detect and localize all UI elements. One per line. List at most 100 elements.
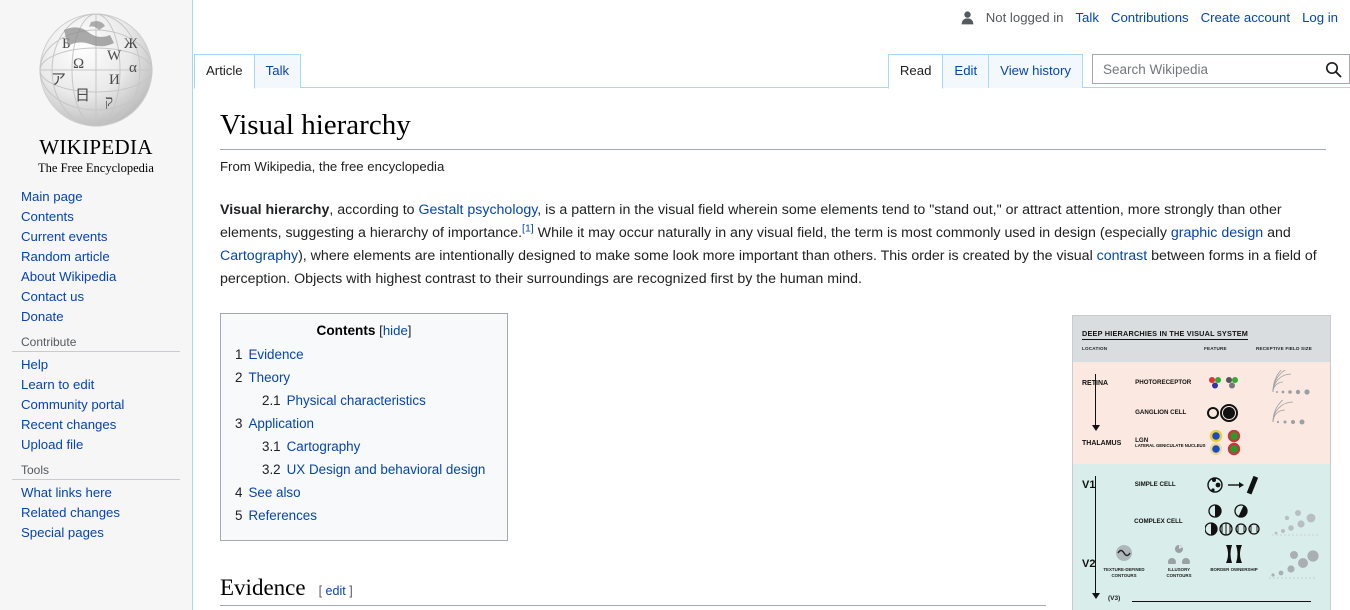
search-box[interactable] — [1092, 54, 1350, 84]
toc-link[interactable]: References — [248, 508, 316, 523]
infographic-row: THALAMUS LGN LATERAL GENICULATE NUCLEUS — [1082, 428, 1321, 458]
feature-illusory-contours: ILLUSORY CONTOURS — [1155, 544, 1203, 585]
link-gestalt-psychology[interactable]: Gestalt psychology — [418, 202, 537, 218]
tab-label: View history — [1000, 63, 1071, 78]
magnifier-icon[interactable] — [1319, 55, 1347, 83]
receptive-field-v2-icon — [1265, 544, 1321, 585]
sidebar: W Ω И Б Ж 日 ק ア α WIKIPEDIA The Free Enc… — [0, 0, 193, 610]
sidebar-link[interactable]: Recent changes — [21, 417, 116, 432]
edit-bracket-open: [ — [318, 584, 323, 599]
tab-view-history[interactable]: View history — [988, 54, 1083, 88]
wikipedia-wordmark: WIKIPEDIA — [39, 135, 153, 159]
personal-link-log-in[interactable]: Log in — [1302, 10, 1338, 25]
tab-talk[interactable]: Talk — [253, 54, 302, 88]
sidebar-link[interactable]: Help — [21, 357, 48, 372]
lead-text: While it may occur naturally in any visu… — [533, 225, 1171, 242]
toc-item-see-also[interactable]: 4 See also — [235, 481, 493, 504]
edit-link[interactable]: edit — [326, 584, 346, 598]
reference-marker-1[interactable]: [1] — [522, 223, 534, 235]
row-location: (V3) — [1108, 595, 1121, 602]
sidebar-item-contact-us[interactable]: Contact us — [21, 286, 192, 306]
tab-label: Talk — [265, 63, 290, 78]
sidebar-item-main-page[interactable]: Main page — [21, 186, 192, 206]
infographic-band-visual-cortex: V1 SIMPLE CELL COMPLEX CELL V2 TEXTURE-D… — [1073, 464, 1330, 610]
sidebar-item-upload-file[interactable]: Upload file — [21, 434, 192, 454]
sidebar-item-donate[interactable]: Donate — [21, 306, 192, 326]
sidebar-item-current-events[interactable]: Current events — [21, 226, 192, 246]
section-title: Evidence — [220, 575, 306, 601]
personal-link-talk[interactable]: Talk — [1075, 10, 1098, 25]
sidebar-item-about-wikipedia[interactable]: About Wikipedia — [21, 266, 192, 286]
toc-link[interactable]: UX Design and behavioral design — [287, 462, 486, 477]
sidebar-group-tools: Tools What links here Related changes Sp… — [0, 460, 192, 542]
toc-item-ux-design[interactable]: 3.2 UX Design and behavioral design — [235, 458, 493, 481]
section-edit-link[interactable]: [ edit ] — [319, 584, 353, 598]
toc-number: 2.1 — [262, 392, 281, 408]
sidebar-item-learn-to-edit[interactable]: Learn to edit — [21, 374, 192, 394]
sidebar-link[interactable]: What links here — [21, 485, 112, 500]
personal-tools-bar: Not logged in Talk Contributions Create … — [961, 10, 1338, 25]
wikipedia-logo[interactable]: W Ω И Б Ж 日 ק ア α WIKIPEDIA The Free Enc… — [16, 8, 176, 176]
toc-link[interactable]: Cartography — [287, 439, 361, 454]
toc-link[interactable]: See also — [248, 485, 300, 500]
toc-item-cartography[interactable]: 3.1 Cartography — [235, 435, 493, 458]
sidebar-link[interactable]: Contact us — [21, 289, 84, 304]
infographic-band-retina-thalamus: RETINA PHOTORECEPTOR — [1073, 362, 1330, 464]
personal-link-create-account[interactable]: Create account — [1201, 10, 1290, 25]
tab-read[interactable]: Read — [887, 54, 944, 89]
svg-text:W: W — [107, 48, 122, 64]
reference-link[interactable]: [1] — [522, 223, 534, 235]
toc-item-evidence[interactable]: 1 Evidence — [235, 343, 493, 366]
toc-title-label: Contents — [316, 323, 376, 339]
sidebar-link[interactable]: Main page — [21, 189, 83, 204]
sidebar-item-recent-changes[interactable]: Recent changes — [21, 414, 192, 434]
sidebar-link[interactable]: Community portal — [21, 397, 124, 412]
sidebar-link[interactable]: Learn to edit — [21, 377, 94, 392]
link-cartography[interactable]: Cartography — [220, 248, 298, 264]
sidebar-item-contents[interactable]: Contents — [21, 206, 192, 226]
toc-item-theory[interactable]: 2 Theory — [235, 366, 493, 389]
not-logged-in-label: Not logged in — [985, 10, 1064, 25]
sidebar-link[interactable]: Current events — [21, 229, 108, 244]
infographic-header: DEEP HIERARCHIES IN THE VISUAL SYSTEM LO… — [1073, 316, 1330, 362]
sidebar-link[interactable]: Upload file — [21, 437, 83, 452]
sidebar-link[interactable]: Contents — [21, 209, 74, 224]
infographic-thumbnail[interactable]: DEEP HIERARCHIES IN THE VISUAL SYSTEM LO… — [1072, 315, 1331, 610]
toc-link[interactable]: Physical characteristics — [287, 393, 426, 408]
sidebar-item-help[interactable]: Help — [21, 354, 192, 374]
link-contrast[interactable]: contrast — [1097, 248, 1147, 264]
photoreceptor-cones-icon — [1207, 375, 1266, 391]
tab-article[interactable]: Article — [194, 54, 255, 89]
toc-toggle[interactable]: [hide] — [379, 323, 411, 338]
sidebar-item-community-portal[interactable]: Community portal — [21, 394, 192, 414]
tab-edit[interactable]: Edit — [942, 54, 990, 88]
toc-item-references[interactable]: 5 References — [235, 504, 493, 527]
tab-label: Edit — [954, 63, 978, 78]
toc-link[interactable]: Theory — [248, 370, 290, 385]
sidebar-item-random-article[interactable]: Random article — [21, 246, 192, 266]
sidebar-link[interactable]: Random article — [21, 249, 110, 264]
svg-text:Ж: Ж — [124, 36, 138, 52]
sidebar-item-special-pages[interactable]: Special pages — [21, 522, 192, 542]
toc-link[interactable]: Application — [248, 416, 314, 431]
sidebar-heading-contribute: Contribute — [12, 332, 180, 352]
toc-hide-link[interactable]: hide — [383, 323, 408, 338]
toc-item-physical-characteristics[interactable]: 2.1 Physical characteristics — [235, 389, 493, 412]
sidebar-link[interactable]: Related changes — [21, 505, 120, 520]
row-location: V1 — [1082, 479, 1096, 491]
sidebar-link[interactable]: Special pages — [21, 525, 104, 540]
personal-link-contributions[interactable]: Contributions — [1111, 10, 1189, 25]
search-input[interactable] — [1101, 56, 1316, 82]
sidebar-item-related-changes[interactable]: Related changes — [21, 502, 192, 522]
toc-list: 1 Evidence 2 Theory 2.1 Physical characteri… — [235, 343, 493, 527]
sidebar-link[interactable]: Donate — [21, 309, 64, 324]
infographic-column-headers: LOCATION FEATURE RECEPTIVE FIELD SIZE — [1082, 346, 1321, 351]
sidebar-item-what-links-here[interactable]: What links here — [21, 482, 192, 502]
toc-item-application[interactable]: 3 Application — [235, 412, 493, 435]
link-graphic-design[interactable]: graphic design — [1171, 225, 1263, 241]
toc-number: 3.1 — [262, 438, 281, 454]
toc-link[interactable]: Evidence — [248, 347, 303, 362]
receptive-field-large-icon — [1267, 505, 1321, 539]
sidebar-link[interactable]: About Wikipedia — [21, 269, 116, 284]
lead-text: , according to — [329, 202, 419, 219]
